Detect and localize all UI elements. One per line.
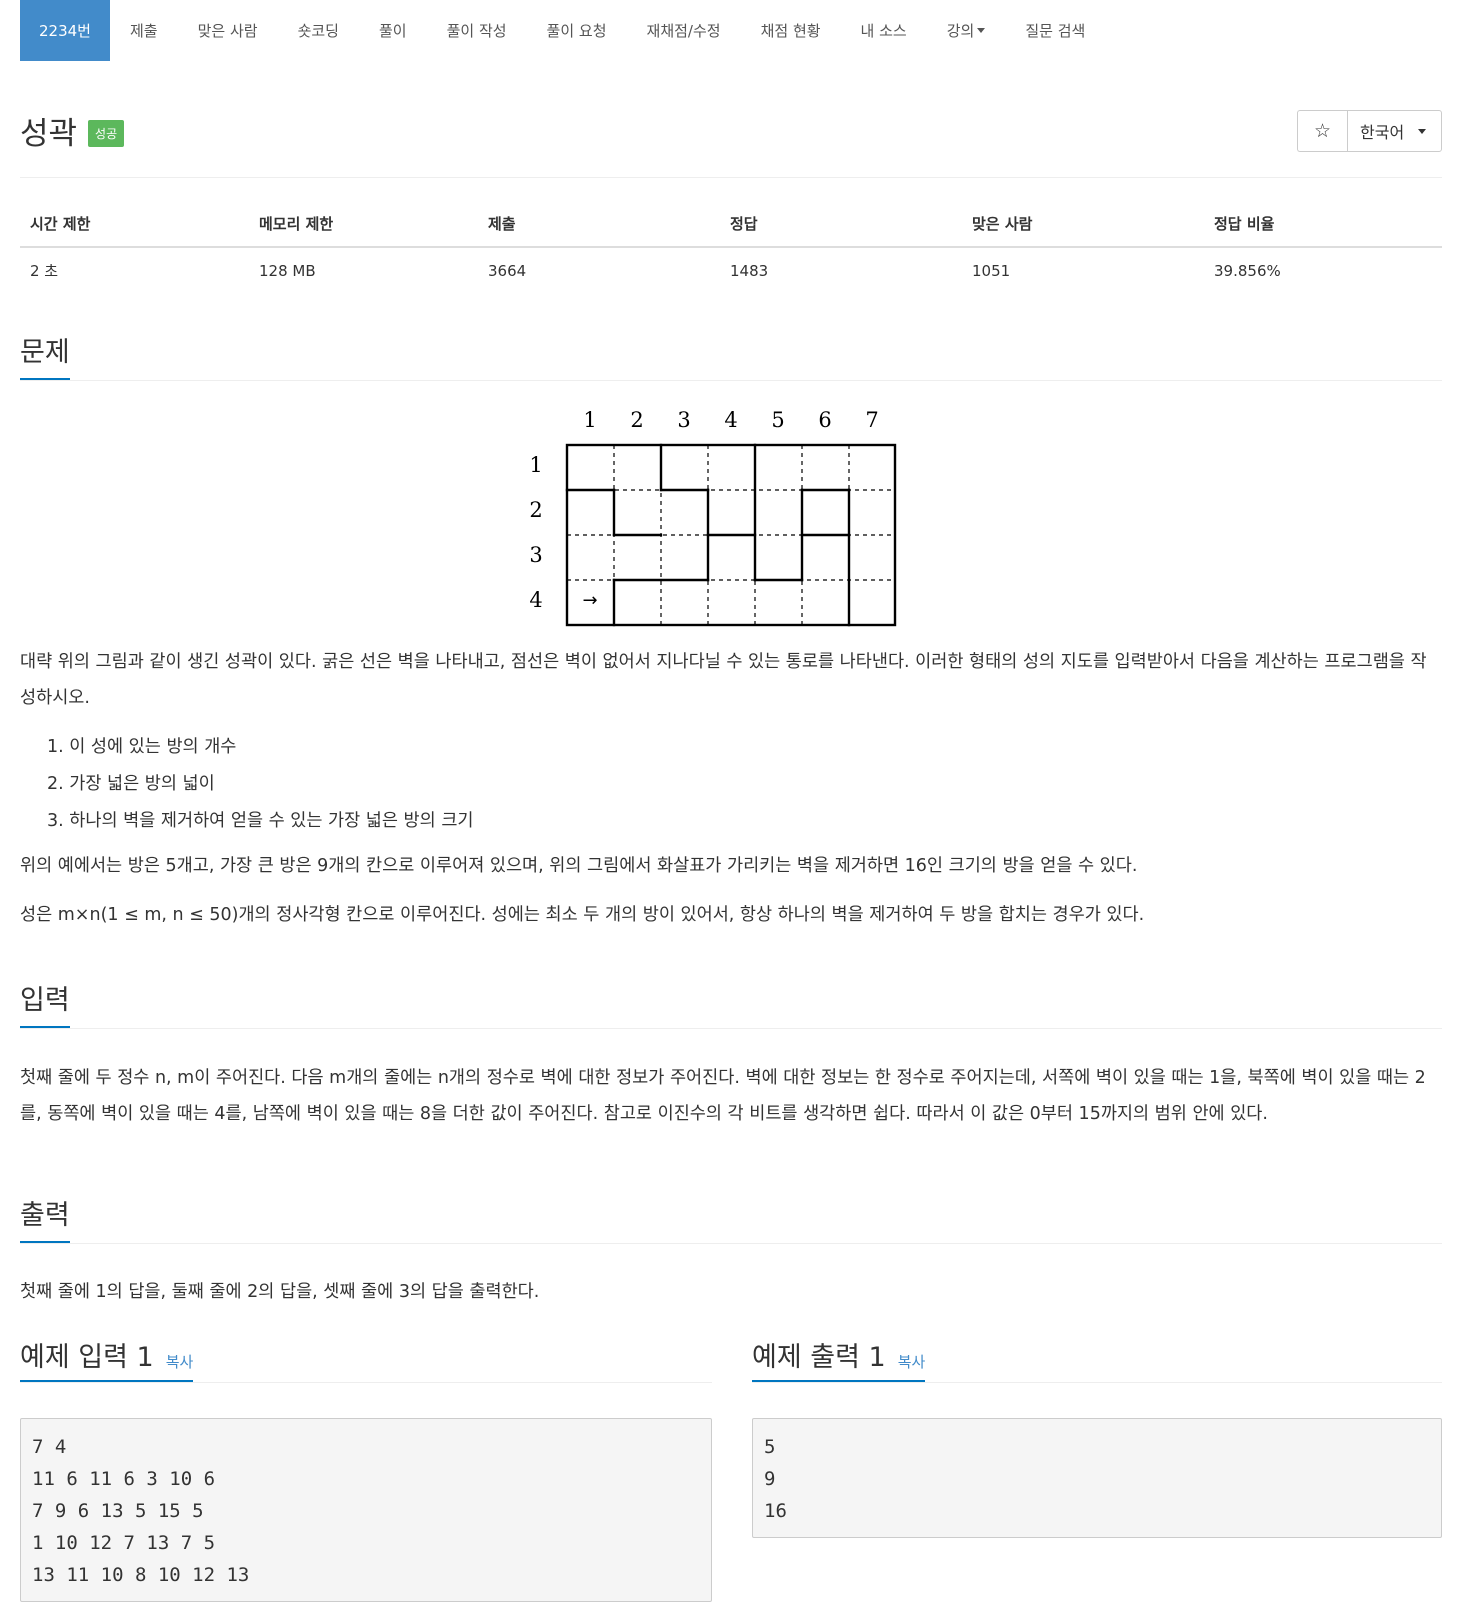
- row-label: 2: [530, 498, 543, 522]
- nav-my-source[interactable]: 내 소스: [841, 0, 927, 61]
- input-description: 첫째 줄에 두 정수 n, m이 주어진다. 다음 m개의 줄에는 n개의 정수…: [20, 1068, 1426, 1124]
- nav-question-search[interactable]: 질문 검색: [1005, 0, 1105, 61]
- nav-problem-number[interactable]: 2234번: [20, 0, 110, 61]
- list-item: 1. 이 성에 있는 방의 개수: [47, 737, 237, 757]
- problem-list: 1. 이 성에 있는 방의 개수 2. 가장 넓은 방의 넓이 3. 하나의 벽…: [47, 729, 474, 840]
- status-badge: 성공: [88, 120, 125, 147]
- divider: [20, 177, 1442, 178]
- copy-output-button[interactable]: 복사: [898, 1351, 926, 1372]
- language-dropdown[interactable]: 한국어: [1347, 110, 1442, 152]
- nav-rejudge[interactable]: 재채점/수정: [627, 0, 741, 61]
- title-tools: ☆ 한국어: [1297, 110, 1442, 152]
- sample-input-heading: 예제 입력 1: [20, 1342, 154, 1373]
- row-label: 4: [530, 588, 543, 612]
- divider: [20, 1382, 712, 1383]
- header-submissions: 제출: [478, 203, 720, 248]
- problem-constraint-text: 성은 m×n(1 ≤ m, n ≤ 50)개의 정사각형 칸으로 이루어진다. …: [20, 905, 1145, 925]
- problem-description: 대략 위의 그림과 같이 생긴 성곽이 있다. 굵은 선은 벽을 나타내고, 점…: [20, 652, 1427, 708]
- row-label: 3: [530, 543, 543, 567]
- star-icon: ☆: [1313, 120, 1332, 142]
- output-description: 첫째 줄에 1의 답을, 둘째 줄에 2의 답을, 셋째 줄에 3의 답을 출력…: [20, 1282, 540, 1302]
- row-label: 1: [530, 453, 543, 477]
- output-section-header: 출력: [20, 1193, 1442, 1244]
- divider: [20, 1028, 1442, 1029]
- chevron-down-icon: [977, 28, 986, 33]
- copy-input-button[interactable]: 복사: [166, 1351, 194, 1372]
- castle-figure: 1 2 3 4 5 6 7 1 2 3 4 →: [530, 408, 897, 627]
- problem-section-header: 문제: [20, 330, 1442, 381]
- table-row: 2 초 128 MB 3664 1483 1051 39.856%: [20, 247, 1442, 293]
- language-label: 한국어: [1360, 123, 1405, 142]
- nav-solutions[interactable]: 풀이: [359, 0, 427, 61]
- page-title: 성곽: [20, 116, 78, 152]
- header-accepted: 정답: [720, 203, 962, 248]
- col-label: 1: [583, 408, 596, 432]
- time-limit-value: 2 초: [30, 262, 59, 280]
- chevron-down-icon: [1418, 128, 1427, 134]
- header-accept-ratio: 정답 비율: [1204, 203, 1442, 248]
- accepted-value: 1483: [730, 261, 769, 280]
- header-memory-limit: 메모리 제한: [249, 203, 478, 248]
- nav-short-coding[interactable]: 숏코딩: [278, 0, 359, 61]
- nav-status[interactable]: 채점 현황: [741, 0, 841, 61]
- input-section-header: 입력: [20, 978, 1442, 1029]
- accept-ratio-value: 39.856%: [1214, 261, 1281, 280]
- col-label: 6: [818, 408, 831, 432]
- submissions-value: 3664: [488, 261, 527, 280]
- nav-accepted-users[interactable]: 맞은 사람: [178, 0, 278, 61]
- table-header-row: 시간 제한 메모리 제한 제출 정답 맞은 사람 정답 비율: [20, 203, 1442, 248]
- sample-output-box[interactable]: 5 9 16: [752, 1418, 1442, 1538]
- divider: [20, 1243, 1442, 1244]
- star-button[interactable]: ☆: [1297, 110, 1347, 152]
- wall-lines: [565, 443, 897, 627]
- nav-request-solution[interactable]: 풀이 요청: [527, 0, 627, 61]
- problem-title-area: 성곽 성공: [20, 108, 125, 153]
- accepted-users-value: 1051: [972, 261, 1011, 280]
- problem-nav: 2234번 제출 맞은 사람 숏코딩 풀이 풀이 작성 풀이 요청 재채점/수정…: [20, 0, 1105, 61]
- sample-input-box[interactable]: 7 4 11 6 11 6 3 10 6 7 9 6 13 5 15 5 1 1…: [20, 1418, 712, 1602]
- col-label: 3: [677, 408, 690, 432]
- col-label: 7: [865, 408, 878, 432]
- nav-lectures-label: 강의: [946, 22, 975, 40]
- problem-heading: 문제: [20, 330, 70, 381]
- sample-output-heading: 예제 출력 1: [752, 1342, 886, 1373]
- sample-output-header: 예제 출력 1 복사: [752, 1335, 925, 1374]
- output-heading: 출력: [20, 1193, 70, 1244]
- col-label: 5: [771, 408, 784, 432]
- nav-lectures-dropdown[interactable]: 강의: [927, 0, 1006, 61]
- input-heading: 입력: [20, 978, 70, 1029]
- col-label: 4: [724, 408, 737, 432]
- col-label: 2: [630, 408, 643, 432]
- nav-write-solution[interactable]: 풀이 작성: [427, 0, 527, 61]
- memory-limit-value: 128 MB: [259, 261, 316, 280]
- problem-info-table: 시간 제한 메모리 제한 제출 정답 맞은 사람 정답 비율 2 초 128 M…: [20, 203, 1442, 293]
- nav-submit[interactable]: 제출: [110, 0, 178, 61]
- divider: [752, 1382, 1442, 1383]
- list-item: 2. 가장 넓은 방의 넓이: [47, 774, 215, 794]
- header-time-limit: 시간 제한: [20, 203, 249, 248]
- sample-input-header: 예제 입력 1 복사: [20, 1335, 193, 1374]
- arrow-icon: →: [582, 590, 597, 611]
- problem-example-text: 위의 예에서는 방은 5개고, 가장 큰 방은 9개의 칸으로 이루어져 있으며…: [20, 856, 1138, 876]
- header-accepted-users: 맞은 사람: [962, 203, 1204, 248]
- list-item: 3. 하나의 벽을 제거하여 얻을 수 있는 가장 넓은 방의 크기: [47, 811, 474, 831]
- divider: [20, 380, 1442, 381]
